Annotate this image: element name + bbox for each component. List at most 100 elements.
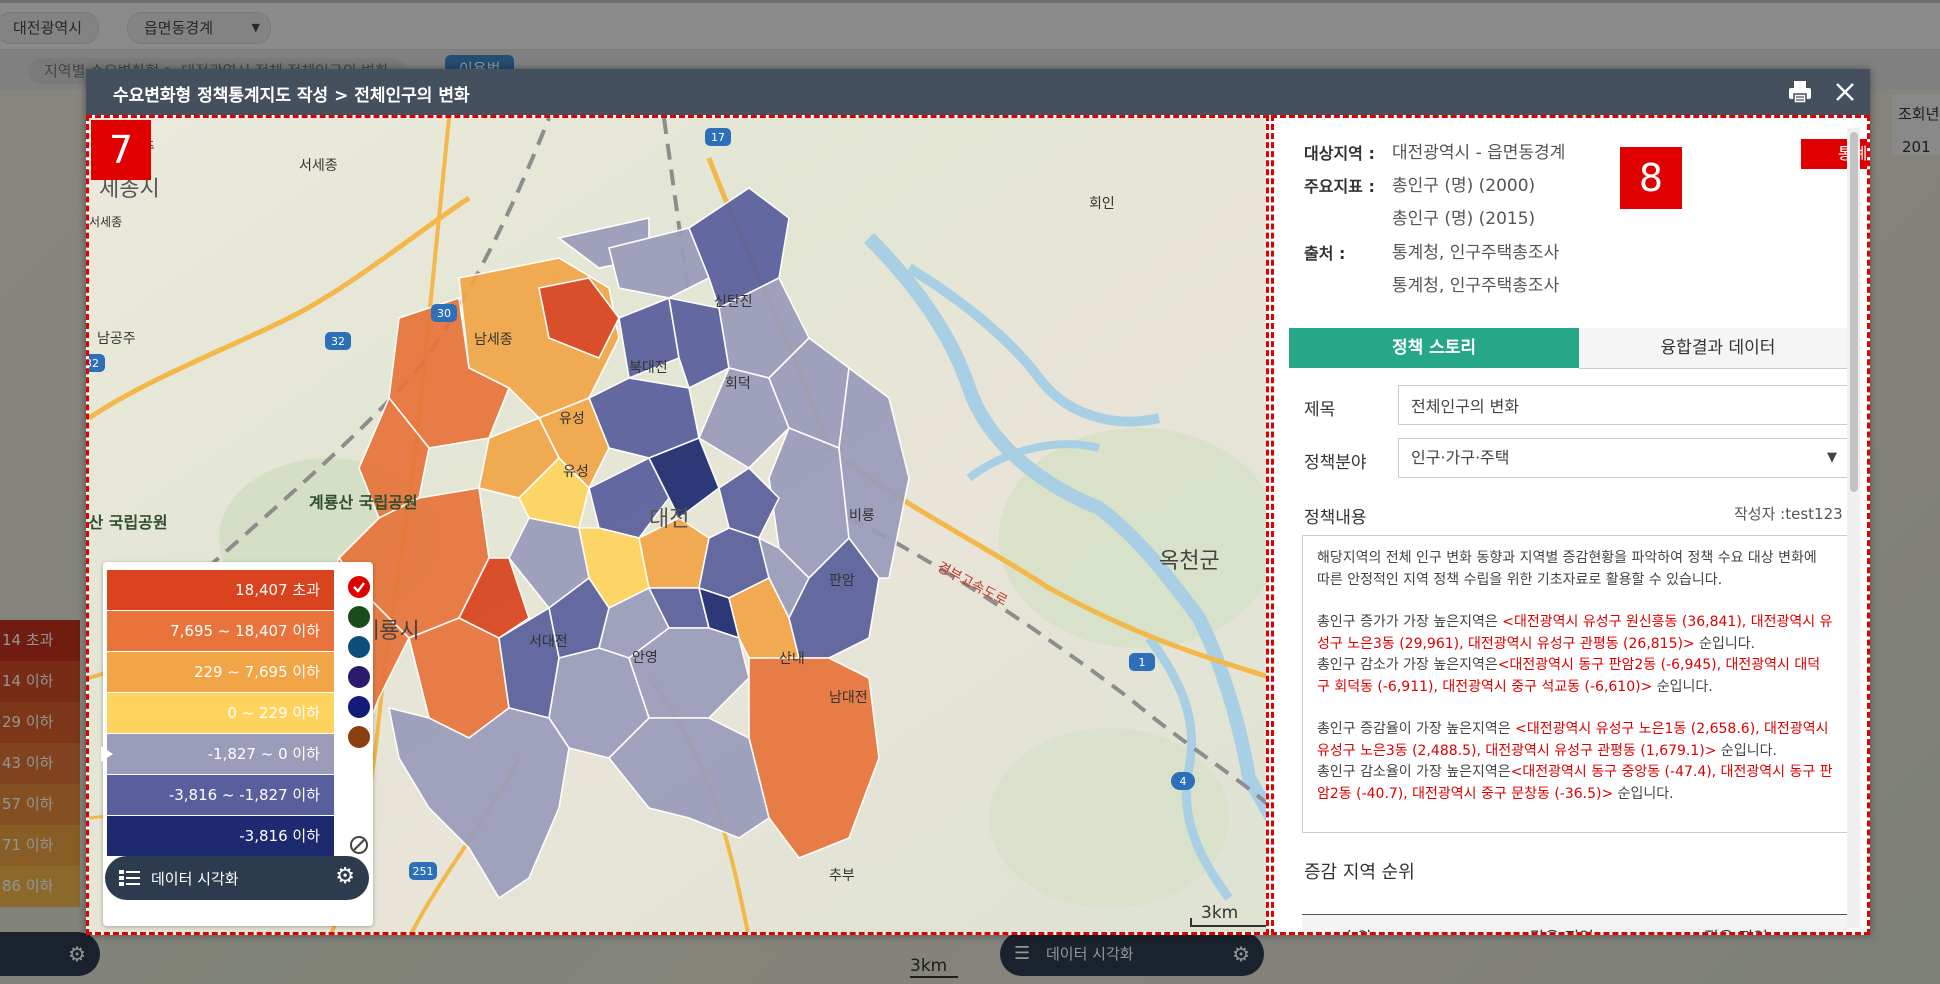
rank-col-least: 적은 지역	[1704, 924, 1768, 932]
map-label: 회덕	[725, 376, 751, 392]
ban-icon	[350, 836, 368, 854]
list-icon	[119, 870, 140, 886]
content-intro: 해당지역의 전체 인구 변화 동향과 지역별 증감현황을 파악하여 정책 수요 …	[1317, 550, 1817, 588]
map-label: 계룡산 국립공원	[309, 493, 418, 512]
map-label: 서대전	[529, 634, 568, 650]
target-region-key: 대상지역 :	[1304, 144, 1375, 163]
map-label: 회인	[1089, 196, 1115, 212]
rank-col-rank: 순위	[1342, 924, 1371, 932]
modal-header: 수요변화형 정책통계지도 작성 > 전체인구의 변화	[86, 69, 1870, 115]
rank-table-header: 순위 많은 지역 적은 지역	[1302, 914, 1848, 932]
legend-class-2[interactable]: 7,695 ~ 18,407 이하	[107, 611, 334, 651]
legend-class-6[interactable]: -3,816 ~ -1,827 이하	[107, 775, 334, 815]
indicators-key: 주요지표 :	[1304, 177, 1375, 196]
road-number: 251	[413, 865, 434, 878]
map-label: 세종시	[99, 177, 160, 202]
palette-swatch-navy[interactable]	[348, 696, 370, 718]
legend-class-4[interactable]: 0 ~ 229 이하	[107, 693, 334, 733]
scale-label: 3km	[1201, 903, 1238, 923]
map-label: 유성	[563, 464, 589, 480]
legend-class-7[interactable]: -3,816 이하	[107, 816, 334, 856]
content-label: 정책내용	[1304, 508, 1367, 528]
content-increase-rate: 총인구 증감율이 가장 높은지역은 <대전광역시 유성구 노은1동 (2,658…	[1317, 719, 1833, 762]
category-label: 정책분야	[1304, 453, 1367, 473]
data-visualization-bar[interactable]: 데이터 시각화 ⚙	[105, 856, 369, 900]
map-label: 판암	[829, 573, 855, 589]
map-label: 남대전	[829, 690, 868, 706]
title-label: 제목	[1304, 400, 1336, 420]
rank-col-most: 많은 지역	[1530, 924, 1594, 932]
palette-reset-button[interactable]	[348, 834, 370, 856]
legend-class-5[interactable]: -1,827 ~ 0 이하	[107, 734, 334, 774]
map-label: 서세종	[89, 215, 122, 229]
indicator-2: 총인구 (명) (2015)	[1392, 209, 1536, 229]
map-label: 북대전	[629, 360, 668, 376]
target-region-value: 대전광역시 - 읍면동경계	[1392, 143, 1566, 163]
palette-swatch-brown[interactable]	[348, 726, 370, 748]
source-key: 출처 :	[1304, 244, 1346, 263]
road-number: 32	[331, 335, 345, 348]
data-visualization-label: 데이터 시각화	[151, 870, 239, 888]
chevron-down-icon: ▼	[1827, 450, 1837, 465]
road-number: 32	[89, 357, 99, 370]
palette-swatch-green[interactable]	[348, 606, 370, 628]
map-label: 신탄진	[714, 294, 753, 310]
map-label: 대전	[649, 507, 689, 532]
title-input[interactable]	[1398, 385, 1848, 425]
map-label: 남세종	[474, 332, 513, 348]
content-text: 순입니다.	[1613, 785, 1674, 802]
content-decrease: 총인구 감소가 가장 높은지역은<대전광역시 동구 판암2동 (-6,945),…	[1317, 655, 1833, 698]
palette-swatch-purple[interactable]	[348, 666, 370, 688]
map-label: 남공주	[97, 331, 136, 347]
content-text: 총인구 감소가 가장 높은지역은	[1317, 657, 1498, 673]
content-text: 순입니다.	[1652, 678, 1713, 695]
policy-map-modal: 수요변화형 정책통계지도 작성 > 전체인구의 변화 서세종 세종시 서세종 회…	[86, 69, 1870, 935]
author-label: 작성자 :test123	[1734, 505, 1843, 523]
road-number: 17	[711, 131, 725, 144]
road-number: 30	[437, 307, 451, 320]
tab-policy-story[interactable]: 정책 스토리	[1289, 328, 1579, 368]
content-text: 총인구 증감율이 가장 높은지역은	[1317, 721, 1516, 737]
rank-section-title: 증감 지역 순위	[1304, 862, 1415, 883]
close-button[interactable]	[1831, 78, 1859, 106]
map-label: 추부	[829, 868, 855, 884]
annotation-badge-7: 7	[91, 120, 151, 180]
road-number: 1	[1139, 656, 1146, 669]
category-select[interactable]: 인구·가구·주택 ▼	[1398, 438, 1848, 478]
indicator-1: 총인구 (명) (2000)	[1392, 176, 1536, 196]
map-label: 안영	[632, 650, 658, 666]
content-text: 총인구 증가가 가장 높은지역은	[1317, 614, 1503, 630]
content-text: 순입니다.	[1716, 742, 1777, 759]
map-label: 계룡산 국립공원	[89, 513, 168, 532]
map-label: 산내	[779, 651, 805, 667]
content-increase: 총인구 증가가 가장 높은지역은 <대전광역시 유성구 원신흥동 (36,841…	[1317, 612, 1833, 655]
content-decrease-rate: 총인구 감소율이 가장 높은지역은<대전광역시 동구 중앙동 (-47.4), …	[1317, 762, 1833, 805]
palette-swatch-red-check[interactable]	[348, 576, 370, 598]
content-text: 총인구 감소율이 가장 높은지역은	[1317, 764, 1511, 780]
palette-swatch-teal[interactable]	[348, 636, 370, 658]
annotation-badge-8: 8	[1620, 147, 1682, 209]
map-panel[interactable]: 공주 서세종 세종시 서세종 회인 남세종 남공주 신탄진 북대전 회덕 유성 …	[86, 115, 1269, 935]
content-text: 순입니다.	[1694, 635, 1756, 652]
scrollbar-thumb[interactable]	[1850, 132, 1858, 492]
print-button[interactable]	[1786, 78, 1814, 106]
map-label: 서세종	[299, 158, 338, 174]
gear-icon[interactable]: ⚙	[335, 864, 355, 889]
category-select-value: 인구·가구·주택	[1411, 448, 1510, 467]
map-label: 유성	[559, 411, 585, 427]
legend-selected-pointer-icon	[101, 746, 113, 762]
policy-content-textarea[interactable]: 해당지역의 전체 인구 변화 동향과 지역별 증감현황을 파악하여 정책 수요 …	[1302, 535, 1848, 833]
map-label: 비룡	[849, 508, 875, 524]
check-icon	[348, 576, 370, 598]
road-number: 4	[1180, 775, 1187, 788]
printer-icon	[1789, 81, 1811, 104]
legend-class-1[interactable]: 18,407 초과	[107, 570, 334, 610]
source-2: 통계청, 인구주택총조사	[1392, 276, 1560, 296]
close-icon	[1836, 83, 1854, 101]
source-1: 통계청, 인구주택총조사	[1392, 243, 1560, 263]
info-panel: 대상지역 : 대전광역시 - 읍면동경계 주요지표 : 총인구 (명) (200…	[1271, 115, 1870, 935]
legend-class-3[interactable]: 229 ~ 7,695 이하	[107, 652, 334, 692]
modal-title: 수요변화형 정책통계지도 작성 > 전체인구의 변화	[113, 86, 470, 106]
map-label: 옥천군	[1159, 549, 1220, 574]
tab-result-data[interactable]: 융합결과 데이터	[1579, 328, 1857, 369]
